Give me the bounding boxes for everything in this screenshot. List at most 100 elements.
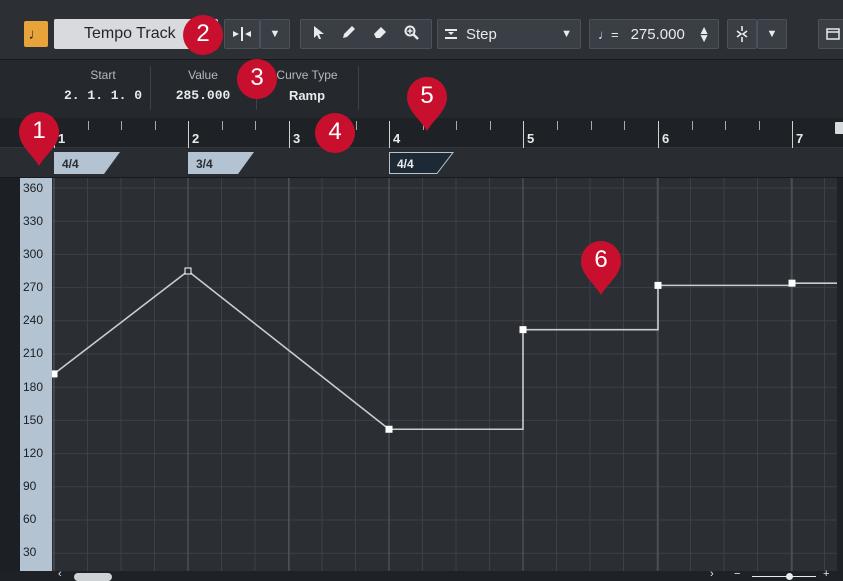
grid	[52, 178, 837, 571]
tempo-points	[52, 267, 796, 433]
signature-label: 3/4	[196, 157, 213, 171]
insert-mode-icon	[233, 27, 251, 41]
callout-3: 3	[234, 56, 280, 114]
scale-label: 240	[23, 313, 44, 327]
erase-tool[interactable]	[372, 25, 388, 43]
callout-number: 6	[594, 246, 608, 273]
track-name-label: Tempo Track	[84, 25, 176, 42]
horizontal-scroll-thumb[interactable]	[74, 573, 112, 581]
bar-line	[658, 121, 659, 148]
bar-line	[289, 121, 290, 148]
signature-track: 4/4 3/4 4/4	[0, 148, 843, 178]
bar-line	[389, 121, 390, 148]
pencil-icon	[343, 25, 355, 38]
scroll-right-icon[interactable]: ›	[710, 568, 714, 580]
beat-tick	[255, 121, 256, 130]
scale-label: 210	[23, 346, 44, 360]
bar-number: 4	[393, 131, 401, 146]
beat-tick	[88, 121, 89, 130]
callout-6: 6	[578, 238, 624, 296]
insert-mode-button[interactable]	[224, 19, 260, 49]
beat-tick	[624, 121, 625, 130]
zoom-out-icon[interactable]: −	[734, 568, 740, 580]
beat-tick	[557, 121, 558, 130]
bar-line	[523, 121, 524, 148]
tempo-curve-area[interactable]	[52, 178, 837, 571]
value-scale[interactable]: 360 330 300 270 240 210 180 150 120 90 6…	[20, 178, 52, 571]
window-layout-button[interactable]	[818, 19, 843, 49]
tempo-curve	[53, 269, 837, 431]
tempo-point[interactable]	[385, 425, 393, 433]
vertical-scrollbar[interactable]	[837, 178, 843, 571]
signature-label: 4/4	[397, 157, 414, 171]
object-selection-tool[interactable]	[313, 25, 325, 44]
callout-number: 3	[250, 64, 264, 91]
scale-label: 120	[23, 446, 44, 460]
zoom-slider[interactable]	[752, 576, 816, 577]
scale-label: 180	[23, 380, 44, 394]
signature-event-selected[interactable]: 4/4	[389, 152, 455, 174]
bar-number: 3	[293, 131, 301, 146]
bar-line	[792, 121, 793, 148]
toolbar: ♩ Tempo Track ▼ Step ▼ ♩= 275.000 ▲ ▼ ▼	[0, 0, 843, 60]
snap-button[interactable]	[727, 19, 757, 49]
zoom-slider-knob[interactable]	[786, 573, 793, 580]
signature-label: 4/4	[62, 157, 79, 171]
scale-label: 60	[23, 512, 37, 526]
pointer-icon	[314, 25, 324, 39]
callout-number: 4	[328, 118, 342, 145]
callout-number: 1	[32, 117, 46, 144]
tool-group	[300, 19, 432, 49]
beat-tick	[456, 121, 457, 130]
callout-5: 5	[404, 74, 450, 132]
signature-event[interactable]: 4/4	[54, 152, 120, 174]
signature-event[interactable]: 3/4	[188, 152, 254, 174]
spin-arrows-icon[interactable]: ▲ ▼	[698, 24, 710, 44]
step-curve-icon	[445, 29, 457, 39]
info-start-label: Start	[90, 68, 116, 82]
tempo-point[interactable]	[788, 279, 796, 287]
callout-number: 2	[196, 20, 210, 47]
tempo-track-toggle-button[interactable]: ♩	[24, 21, 48, 47]
tempo-value: 275.000	[630, 25, 685, 43]
beat-tick	[725, 121, 726, 130]
tempo-value-field[interactable]: ♩= 275.000 ▲ ▼	[589, 19, 719, 49]
scroll-left-icon[interactable]: ‹	[58, 568, 62, 580]
chevron-down-icon: ▼	[766, 28, 778, 40]
bottom-bar: ‹ › − +	[0, 568, 843, 581]
tempo-track-icon: ♩	[28, 25, 44, 43]
scale-label: 270	[23, 280, 44, 294]
callout-number: 5	[420, 82, 434, 109]
zoom-tool[interactable]	[404, 25, 419, 44]
tempo-editor[interactable]	[52, 178, 837, 571]
zoom-in-icon[interactable]: +	[823, 568, 829, 580]
snap-icon	[736, 26, 748, 42]
snap-dropdown[interactable]: ▼	[757, 19, 787, 49]
beat-tick	[121, 121, 122, 130]
eraser-icon	[374, 27, 386, 38]
beat-tick	[222, 121, 223, 130]
beat-tick	[759, 121, 760, 130]
tempo-point[interactable]	[519, 326, 527, 334]
tempo-point[interactable]	[52, 370, 58, 378]
bar-number: 6	[662, 131, 670, 146]
insert-mode-dropdown[interactable]: ▼	[260, 19, 290, 49]
divider	[358, 66, 359, 110]
tempo-point[interactable]	[654, 281, 662, 289]
beat-tick	[692, 121, 693, 130]
divider	[150, 66, 151, 110]
scale-label: 300	[23, 247, 44, 261]
window-icon	[826, 28, 840, 40]
callout-1: 1	[16, 109, 62, 167]
bar-line	[188, 121, 189, 148]
bar-number: 5	[527, 131, 535, 146]
info-start-value: 2. 1. 1. 0	[63, 88, 142, 103]
curve-type-select[interactable]: Step ▼	[437, 19, 581, 49]
scale-label: 360	[23, 181, 44, 195]
draw-tool[interactable]	[341, 25, 356, 44]
ruler-options-button[interactable]	[835, 122, 843, 134]
callout-4: 4	[312, 110, 358, 168]
info-start[interactable]: Start 2. 1. 1. 0	[58, 68, 148, 103]
tempo-point[interactable]	[184, 267, 192, 275]
chevron-down-icon: ▼	[561, 28, 572, 40]
